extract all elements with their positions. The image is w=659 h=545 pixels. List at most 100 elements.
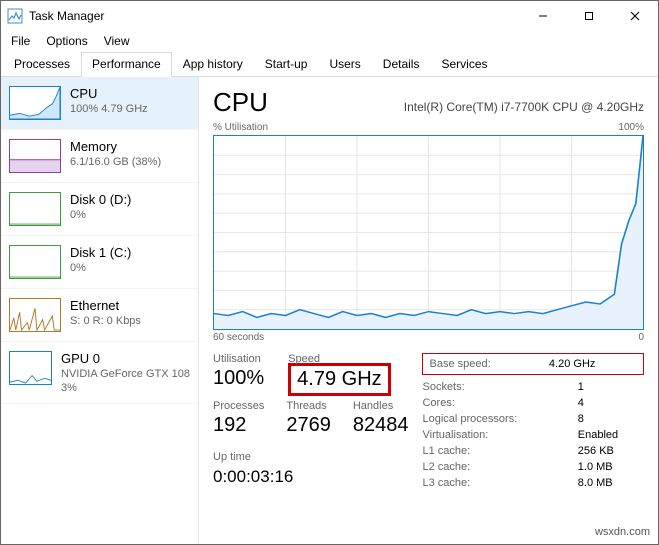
sidebar-item-title: Ethernet bbox=[70, 298, 141, 313]
main-subtitle: Intel(R) Core(TM) i7-7700K CPU @ 4.20GHz bbox=[404, 100, 644, 114]
tab-services[interactable]: Services bbox=[430, 52, 498, 77]
stats: Utilisation 100% Speed 4.79 GHz Proce bbox=[213, 353, 644, 491]
memory-thumb-icon bbox=[9, 139, 61, 173]
close-button[interactable] bbox=[612, 1, 658, 31]
stat-handles: Handles 82484 bbox=[353, 400, 409, 443]
stat-processes: Processes 192 bbox=[213, 400, 264, 443]
stat-utilisation: Utilisation 100% bbox=[213, 353, 264, 396]
sidebar-item-disk1[interactable]: Disk 1 (C:) 0% bbox=[1, 236, 198, 289]
sidebar-item-sub: 0% bbox=[70, 209, 131, 221]
stat-value: 4.20 GHz bbox=[529, 356, 637, 372]
stat-value: 2769 bbox=[286, 414, 331, 437]
main-panel: CPU Intel(R) Core(TM) i7-7700K CPU @ 4.2… bbox=[199, 77, 658, 544]
task-manager-icon bbox=[7, 8, 23, 24]
gpu-thumb-icon bbox=[9, 351, 52, 385]
menubar: File Options View bbox=[1, 31, 658, 51]
sidebar-item-sub: 0% bbox=[70, 262, 131, 274]
axis-top-right: 100% bbox=[618, 122, 644, 133]
stat-label: Base speed: bbox=[429, 356, 528, 372]
disk-thumb-icon bbox=[9, 192, 61, 226]
menu-options[interactable]: Options bbox=[38, 32, 95, 50]
task-manager-window: Task Manager File Options View Processes… bbox=[0, 0, 659, 545]
stat-speed: Speed 4.79 GHz bbox=[288, 353, 390, 396]
stat-value: 100% bbox=[213, 367, 264, 390]
watermark: wsxdn.com bbox=[595, 526, 650, 538]
tab-processes[interactable]: Processes bbox=[3, 52, 81, 77]
stat-label: Processes bbox=[213, 400, 264, 412]
tab-startup[interactable]: Start-up bbox=[254, 52, 319, 77]
stat-l3: L3 cache:8.0 MB bbox=[422, 475, 644, 491]
stat-label: Sockets: bbox=[422, 379, 557, 395]
maximize-button[interactable] bbox=[566, 1, 612, 31]
sidebar-item-text: Disk 1 (C:) 0% bbox=[70, 245, 131, 274]
sidebar-item-sub: S: 0 R: 0 Kbps bbox=[70, 315, 141, 327]
stat-value: 1.0 MB bbox=[558, 459, 644, 475]
sidebar-item-title: Disk 0 (D:) bbox=[70, 192, 131, 207]
stat-label: Virtualisation: bbox=[422, 427, 557, 443]
sidebar-item-title: Memory bbox=[70, 139, 161, 154]
sidebar-item-text: Disk 0 (D:) 0% bbox=[70, 192, 131, 221]
stat-value: 4.79 GHz bbox=[297, 368, 381, 391]
sidebar-item-text: Ethernet S: 0 R: 0 Kbps bbox=[70, 298, 141, 327]
main-title: CPU bbox=[213, 87, 268, 118]
main-header: CPU Intel(R) Core(TM) i7-7700K CPU @ 4.2… bbox=[213, 87, 644, 118]
tab-app-history[interactable]: App history bbox=[172, 52, 254, 77]
stat-value: 8 bbox=[558, 411, 644, 427]
stat-label: Threads bbox=[286, 400, 331, 412]
chart-axis-bottom: 60 seconds 0 bbox=[213, 332, 644, 343]
stat-label: L3 cache: bbox=[422, 475, 557, 491]
stat-label: Handles bbox=[353, 400, 409, 412]
sidebar-item-cpu[interactable]: CPU 100% 4.79 GHz bbox=[1, 77, 198, 130]
chart-axis-top: % Utilisation 100% bbox=[213, 122, 644, 133]
sidebar-item-gpu0[interactable]: GPU 0 NVIDIA GeForce GTX 108 3% bbox=[1, 342, 198, 404]
axis-top-left: % Utilisation bbox=[213, 122, 268, 133]
window-title: Task Manager bbox=[29, 9, 104, 23]
uptime-value: 0:00:03:16 bbox=[213, 467, 408, 487]
sidebar-item-disk0[interactable]: Disk 0 (D:) 0% bbox=[1, 183, 198, 236]
stat-cores: Cores:4 bbox=[422, 395, 644, 411]
stat-label: Utilisation bbox=[213, 353, 264, 365]
tabstrip: Processes Performance App history Start-… bbox=[1, 51, 658, 77]
base-speed-highlight-box: Base speed: 4.20 GHz bbox=[422, 353, 644, 375]
stat-value: 256 KB bbox=[558, 443, 644, 459]
sidebar-item-title: GPU 0 bbox=[61, 351, 190, 366]
cpu-utilisation-chart[interactable] bbox=[213, 135, 644, 330]
stat-label: Logical processors: bbox=[422, 411, 557, 427]
sidebar-item-title: CPU bbox=[70, 86, 148, 101]
sidebar-item-sub: 6.1/16.0 GB (38%) bbox=[70, 156, 161, 168]
minimize-button[interactable] bbox=[520, 1, 566, 31]
sidebar-item-sub: 100% 4.79 GHz bbox=[70, 103, 148, 115]
ethernet-thumb-icon bbox=[9, 298, 61, 332]
stat-value: 82484 bbox=[353, 414, 409, 437]
stat-value: 192 bbox=[213, 414, 264, 437]
menu-view[interactable]: View bbox=[96, 32, 138, 50]
disk-thumb-icon bbox=[9, 245, 61, 279]
stat-value: Enabled bbox=[558, 427, 644, 443]
tab-performance[interactable]: Performance bbox=[81, 52, 172, 77]
stats-right: Base speed: 4.20 GHz Sockets:1 Cores:4 L… bbox=[422, 353, 644, 491]
sidebar-item-ethernet[interactable]: Ethernet S: 0 R: 0 Kbps bbox=[1, 289, 198, 342]
stat-value: 1 bbox=[558, 379, 644, 395]
tab-details[interactable]: Details bbox=[372, 52, 431, 77]
cpu-thumb-icon bbox=[9, 86, 61, 120]
tab-users[interactable]: Users bbox=[318, 52, 371, 77]
window-buttons bbox=[520, 1, 658, 31]
speed-highlight-box: 4.79 GHz bbox=[288, 363, 390, 396]
sidebar: CPU 100% 4.79 GHz Memory 6.1/16.0 GB (38… bbox=[1, 77, 199, 544]
axis-bottom-left: 60 seconds bbox=[213, 332, 264, 343]
sidebar-item-sub: NVIDIA GeForce GTX 108 bbox=[61, 368, 190, 380]
sidebar-item-title: Disk 1 (C:) bbox=[70, 245, 131, 260]
sidebar-item-sub2: 3% bbox=[61, 382, 190, 394]
stat-label: L2 cache: bbox=[422, 459, 557, 475]
sidebar-item-memory[interactable]: Memory 6.1/16.0 GB (38%) bbox=[1, 130, 198, 183]
stat-logical: Logical processors:8 bbox=[422, 411, 644, 427]
stat-l2: L2 cache:1.0 MB bbox=[422, 459, 644, 475]
stat-label: L1 cache: bbox=[422, 443, 557, 459]
menu-file[interactable]: File bbox=[3, 32, 38, 50]
stats-left: Utilisation 100% Speed 4.79 GHz Proce bbox=[213, 353, 408, 491]
stat-virt: Virtualisation:Enabled bbox=[422, 427, 644, 443]
titlebar: Task Manager bbox=[1, 1, 658, 31]
uptime-label: Up time bbox=[213, 451, 408, 463]
stat-sockets: Sockets:1 bbox=[422, 379, 644, 395]
sidebar-item-text: CPU 100% 4.79 GHz bbox=[70, 86, 148, 115]
